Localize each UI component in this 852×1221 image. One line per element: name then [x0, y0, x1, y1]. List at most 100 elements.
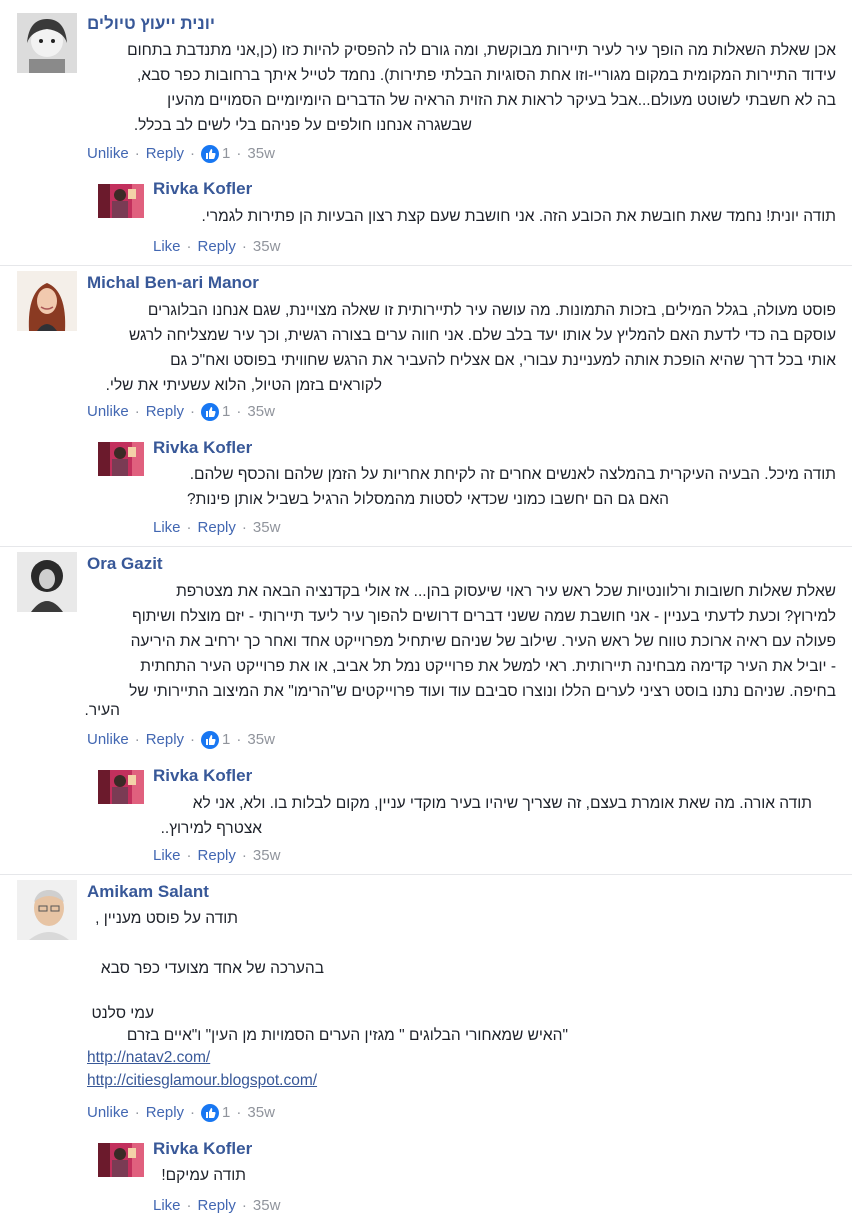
reply-avatar[interactable]: [98, 436, 144, 482]
reply-line: תודה אורה. מה שאת אומרת בעצם, זה שצריך ש…: [192, 795, 812, 812]
like-icon[interactable]: [201, 145, 220, 163]
reply-actions: Like · Reply · 35w: [153, 238, 280, 256]
reply-line: תודה מיכל. הבעיה העיקרית בהמלצה לאנשים א…: [189, 466, 836, 483]
comment-actions: Unlike · Reply · 1 · 35w: [87, 403, 275, 421]
like-button[interactable]: Like: [153, 847, 181, 865]
reply-button[interactable]: Reply: [198, 847, 236, 865]
reply-button[interactable]: Reply: [198, 238, 236, 256]
like-icon[interactable]: [201, 403, 220, 421]
reply-button[interactable]: Reply: [198, 1197, 236, 1215]
reply-line: תודה יונית! נחמד שאת חובשת את הכובע הזה.…: [201, 208, 837, 225]
separator: ·: [190, 145, 196, 162]
comment-line: שאלת שאלות חשובות ורלוונטיות שכל ראש עיר…: [176, 583, 836, 600]
reply-avatar[interactable]: [98, 1137, 144, 1183]
reply-button[interactable]: Reply: [198, 519, 236, 537]
avatar[interactable]: [17, 13, 77, 73]
reply-button[interactable]: Reply: [146, 731, 184, 749]
comment-line: אותי בכל דרך שהיא הופכת אותה למעניינת עב…: [170, 352, 836, 369]
separator: ·: [236, 731, 242, 748]
separator: ·: [236, 145, 242, 162]
reply-line: תודה עמיקם!: [161, 1167, 246, 1184]
comment-line: תודה על פוסט מעניין ,: [95, 910, 238, 927]
comment-line: - יוביל את העיר קדימה מבחינה תיירותית. ר…: [140, 658, 836, 675]
separator: ·: [134, 403, 140, 420]
separator: ·: [190, 1104, 196, 1121]
reply-button[interactable]: Reply: [146, 403, 184, 421]
reply-line: אצטרף למירוץ..: [160, 820, 262, 837]
unlike-button[interactable]: Unlike: [87, 403, 129, 421]
comment-line: פוסט מעולה, בגלל המילים, בזכות התמונות. …: [147, 302, 836, 319]
reply-actions: Like · Reply · 35w: [153, 519, 280, 537]
comment-link[interactable]: http://natav2.com/: [87, 1045, 210, 1071]
reply-avatar[interactable]: [98, 178, 144, 224]
comment-line: עוסקם בה כדי לדעת האם להמליץ על אותו יעד…: [129, 327, 836, 344]
like-count: 1: [222, 145, 231, 162]
separator: ·: [186, 519, 192, 536]
comment-line: העיר.: [84, 702, 120, 719]
comment-author[interactable]: Amikam Salant: [87, 882, 209, 902]
unlike-button[interactable]: Unlike: [87, 1104, 129, 1122]
comment-line: בהערכה של אחד מצועדי כפר סבא: [100, 960, 324, 977]
separator: ·: [186, 847, 192, 864]
reply-author[interactable]: Rivka Kofler: [153, 438, 252, 458]
separator: ·: [190, 731, 196, 748]
reply-actions: Like · Reply · 35w: [153, 1197, 280, 1215]
comment-actions: Unlike · Reply · 1 · 35w: [87, 145, 275, 163]
timestamp[interactable]: 35w: [247, 731, 275, 749]
timestamp[interactable]: 35w: [253, 1197, 281, 1215]
unlike-button[interactable]: Unlike: [87, 731, 129, 749]
reply-line: האם גם הם יחשבו כמוני שכדאי לסטות מהמסלו…: [187, 491, 669, 508]
like-count: 1: [222, 1104, 231, 1121]
timestamp[interactable]: 35w: [247, 145, 275, 163]
comment-line: לקוראים בזמן הטיול, הלוא עשעיתי את שלי.: [105, 377, 382, 394]
reply-author[interactable]: Rivka Kofler: [153, 179, 252, 199]
comment-author[interactable]: Ora Gazit: [87, 554, 163, 574]
separator: ·: [241, 847, 247, 864]
avatar[interactable]: [17, 271, 77, 331]
like-button[interactable]: Like: [153, 1197, 181, 1215]
comment-line: בה לא חשבתי לשוטט מעולם...אבל בעיקר לראו…: [167, 92, 836, 109]
comment-line: עידוד התיירות המקומית במקום מגוריי-וזו א…: [136, 67, 836, 84]
avatar[interactable]: [17, 552, 77, 612]
comment-author[interactable]: יונית ייעוץ טיולים: [87, 14, 215, 34]
comment-line: אכן שאלת השאלות מה הופך עיר לעיר תיירות …: [127, 42, 836, 59]
comment-line: פעולה עם ראיה ארוכת טווח של ראש העיר. שי…: [130, 633, 836, 650]
like-button[interactable]: Like: [153, 238, 181, 256]
timestamp[interactable]: 35w: [253, 847, 281, 865]
timestamp[interactable]: 35w: [253, 519, 281, 537]
like-icon[interactable]: [201, 1104, 220, 1122]
reply-button[interactable]: Reply: [146, 1104, 184, 1122]
comment-line: שבשגרה אנחנו חולפים על פניהם בלי לשים לב…: [133, 117, 472, 134]
separator: ·: [241, 238, 247, 255]
comment-link[interactable]: http://citiesglamour.blogspot.com/: [87, 1068, 317, 1094]
separator: ·: [134, 731, 140, 748]
separator: ·: [236, 1104, 242, 1121]
separator: ·: [236, 403, 242, 420]
divider: [0, 874, 852, 875]
unlike-button[interactable]: Unlike: [87, 145, 129, 163]
avatar[interactable]: [17, 880, 77, 940]
like-count: 1: [222, 403, 231, 420]
comment-line: בחיפה. שניהם נתנו בוסט רציני לערים הללו …: [129, 683, 836, 700]
comment-author[interactable]: Michal Ben-ari Manor: [87, 273, 259, 293]
like-icon[interactable]: [201, 731, 220, 749]
timestamp[interactable]: 35w: [253, 238, 281, 256]
comment-actions: Unlike · Reply · 1 · 35w: [87, 731, 275, 749]
separator: ·: [190, 403, 196, 420]
like-button[interactable]: Like: [153, 519, 181, 537]
separator: ·: [134, 1104, 140, 1121]
reply-author[interactable]: Rivka Kofler: [153, 1139, 252, 1159]
reply-avatar[interactable]: [98, 764, 144, 810]
divider: [0, 546, 852, 547]
separator: ·: [241, 1197, 247, 1214]
separator: ·: [186, 238, 192, 255]
divider: [0, 265, 852, 266]
reply-button[interactable]: Reply: [146, 145, 184, 163]
timestamp[interactable]: 35w: [247, 403, 275, 421]
reply-actions: Like · Reply · 35w: [153, 847, 280, 865]
timestamp[interactable]: 35w: [247, 1104, 275, 1122]
separator: ·: [241, 519, 247, 536]
comment-actions: Unlike · Reply · 1 · 35w: [87, 1104, 275, 1122]
reply-author[interactable]: Rivka Kofler: [153, 766, 252, 786]
comment-line: למירוץ? וכעת לדעתי בעניין - אני חושבת שמ…: [132, 608, 836, 625]
